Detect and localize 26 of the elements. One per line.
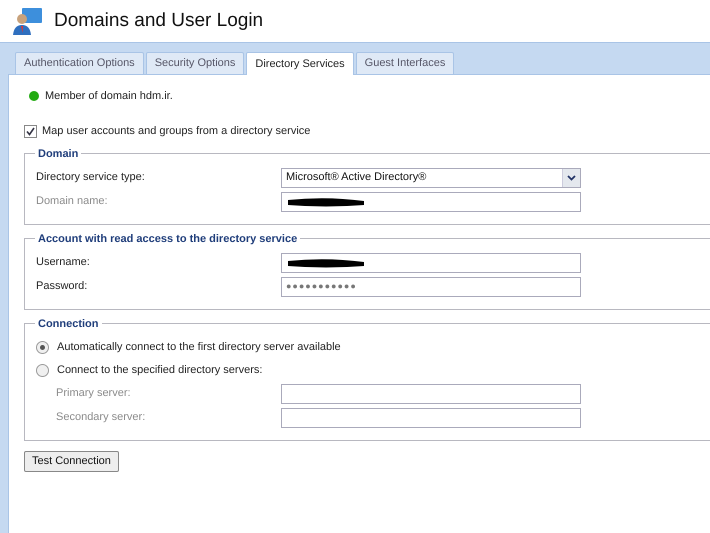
field-label: Domain name: <box>36 194 109 210</box>
tab[interactable]: Guest Interfaces <box>356 52 454 74</box>
field-label: Secondary server: <box>55 410 146 426</box>
checkbox-label: Map user accounts and groups from a directory service <box>42 124 310 139</box>
tab[interactable]: Authentication Options <box>15 52 144 74</box>
status-text: Member of domain hdm.ir. <box>45 88 173 104</box>
radio-label: Connect to the specified directory servers: <box>57 362 262 378</box>
input-field[interactable] <box>281 192 581 212</box>
test-connection-button[interactable]: Test Connection <box>24 450 119 472</box>
password-field[interactable]: ●●●●●●●●●●● <box>281 276 581 296</box>
input-field[interactable] <box>281 384 581 404</box>
checkbox[interactable] <box>24 124 37 138</box>
tab[interactable]: Security Options <box>146 52 244 74</box>
field-label: Primary server: <box>55 386 132 402</box>
select-field[interactable]: Microsoft® Active Directory® <box>281 168 581 188</box>
tab[interactable]: Directory Services <box>246 52 354 75</box>
field-label: Username: <box>36 255 91 270</box>
field-label: Password: <box>36 279 88 294</box>
input-field[interactable] <box>281 252 581 272</box>
user-monitor-icon <box>12 6 44 36</box>
input-field[interactable] <box>281 408 581 428</box>
radio-label: Automatically connect to the first directory server available <box>57 340 341 355</box>
radio-button[interactable] <box>36 364 49 376</box>
radio-button[interactable] <box>36 340 49 354</box>
window-title: Domains and User Login <box>54 8 264 33</box>
field-label: Directory service type: <box>36 170 146 186</box>
